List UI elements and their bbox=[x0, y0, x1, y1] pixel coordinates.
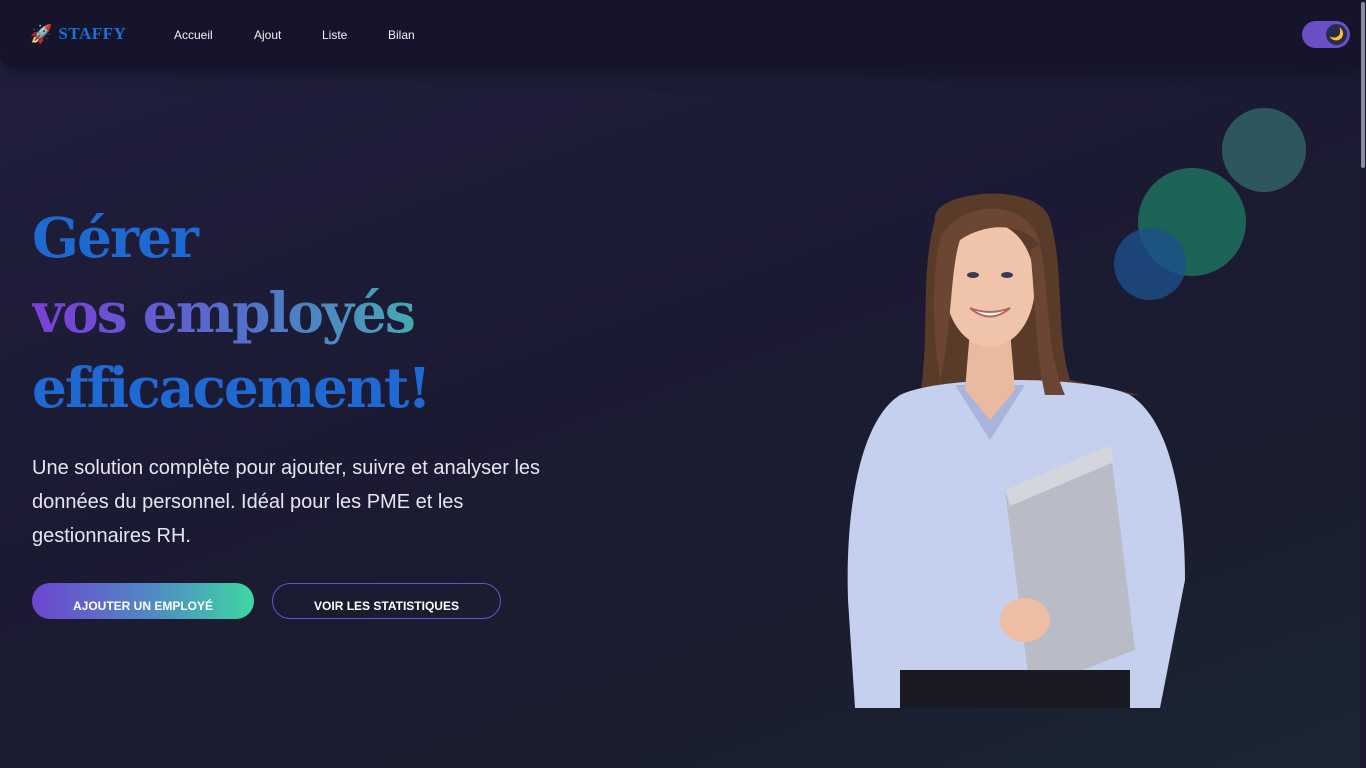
add-employee-button[interactable]: Ajouter un employé bbox=[32, 583, 254, 619]
nav-link-accueil[interactable]: Accueil bbox=[174, 27, 213, 43]
woman-with-laptop-photo bbox=[847, 193, 1185, 708]
brand-logo[interactable]: 🚀 STAFFY bbox=[30, 22, 126, 46]
hero-headline: Gérer vos employés efficacement! bbox=[32, 200, 552, 425]
page-scrollbar[interactable] bbox=[1360, 0, 1366, 768]
headline-line-3: efficacement! bbox=[32, 355, 432, 420]
headline-line-2: vos employés bbox=[32, 275, 552, 350]
top-navbar: 🚀 STAFFY Accueil Ajout Liste Bilan 🌙 bbox=[0, 0, 1366, 68]
view-statistics-button[interactable]: Voir les statistiques bbox=[272, 583, 501, 619]
nav-link-bilan[interactable]: Bilan bbox=[388, 27, 415, 43]
headline-line-1: Gérer bbox=[32, 205, 199, 270]
moon-icon: 🌙 bbox=[1326, 24, 1347, 45]
theme-toggle[interactable]: 🌙 bbox=[1302, 21, 1350, 48]
rocket-icon: 🚀 bbox=[30, 24, 53, 44]
hero-subtitle: Une solution complète pour ajouter, suiv… bbox=[32, 457, 541, 547]
nav-link-ajout[interactable]: Ajout bbox=[254, 27, 281, 43]
scrollbar-thumb[interactable] bbox=[1361, 2, 1365, 168]
nav-link-liste[interactable]: Liste bbox=[322, 27, 347, 43]
brand-name: STAFFY bbox=[58, 24, 127, 43]
decorative-circle-teal bbox=[1222, 108, 1306, 192]
